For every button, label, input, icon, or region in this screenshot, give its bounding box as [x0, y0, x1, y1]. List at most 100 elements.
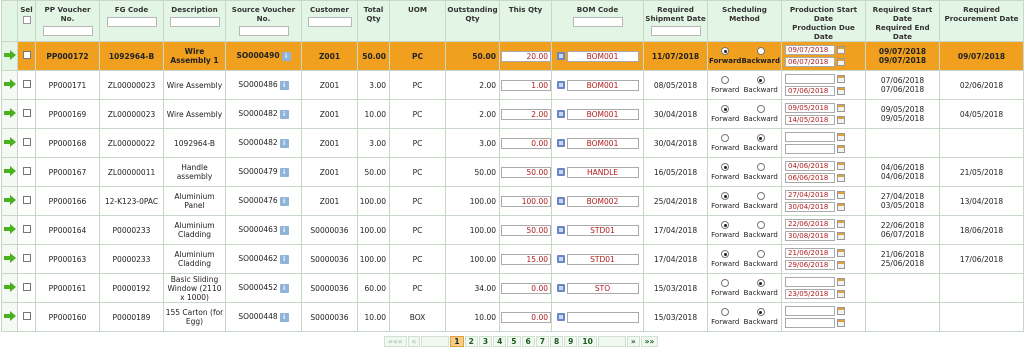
table-row[interactable]: PP000168 ZL00000022 1092964-B SO000482 i Z001… — [1, 128, 1024, 158]
required-shipment-filter-input[interactable] — [650, 26, 701, 36]
forward-radio[interactable] — [721, 76, 730, 84]
bom-lookup-icon[interactable] — [556, 313, 565, 321]
this-qty-input[interactable]: 0.00 — [501, 311, 551, 323]
row-checkbox[interactable] — [22, 254, 31, 262]
calendar-icon[interactable] — [837, 145, 845, 153]
production-start-date-input[interactable]: 21/06/2018 — [785, 248, 835, 258]
bom-code-input[interactable] — [566, 311, 639, 323]
calendar-icon[interactable] — [837, 162, 845, 170]
bom-lookup-icon[interactable] — [556, 81, 565, 89]
calendar-icon[interactable] — [837, 203, 845, 211]
production-start-date-input[interactable]: 22/06/2018 — [785, 219, 835, 229]
info-icon[interactable]: i — [279, 80, 289, 90]
bom-code-input[interactable]: STD01 — [566, 253, 639, 265]
row-select-cell[interactable] — [17, 186, 36, 216]
row-select-cell[interactable] — [17, 70, 36, 100]
production-due-date-input[interactable]: 07/06/2018 — [785, 86, 835, 96]
bom-code-input[interactable]: STO — [566, 282, 639, 294]
row-select-cell[interactable] — [17, 215, 36, 245]
info-icon[interactable]: i — [279, 167, 289, 177]
calendar-icon[interactable] — [837, 261, 845, 269]
production-due-date-input[interactable]: 06/06/2018 — [785, 173, 835, 183]
this-qty-input[interactable]: 0.00 — [501, 137, 551, 149]
backward-radio[interactable] — [756, 250, 765, 258]
this-qty-input[interactable]: 20.00 — [501, 50, 551, 62]
production-due-date-input[interactable] — [785, 318, 835, 328]
bom-lookup-icon[interactable] — [556, 52, 565, 60]
table-row[interactable]: PP000166 12-K123-0PAC Aluminium Panel SO000… — [1, 186, 1024, 216]
production-start-date-input[interactable] — [785, 306, 835, 316]
table-row[interactable]: PP000161 P0000192 Basic Sliding Window (21… — [1, 273, 1024, 303]
this-qty-input[interactable]: 100.00 — [501, 195, 551, 207]
calendar-icon[interactable] — [837, 46, 845, 54]
calendar-icon[interactable] — [837, 220, 845, 228]
row-arrow-cell[interactable] — [1, 215, 18, 245]
bom-lookup-icon[interactable] — [556, 168, 565, 176]
this-qty-input[interactable]: 50.00 — [501, 166, 551, 178]
row-select-cell[interactable] — [17, 302, 36, 332]
production-due-date-input[interactable]: 23/05/2018 — [785, 289, 835, 299]
forward-radio[interactable] — [721, 308, 730, 316]
forward-radio[interactable] — [721, 192, 730, 200]
info-icon[interactable]: i — [279, 138, 289, 148]
fg-code-filter-input[interactable] — [106, 17, 157, 27]
production-start-date-input[interactable]: 09/05/2018 — [785, 103, 835, 113]
calendar-icon[interactable] — [837, 307, 845, 315]
arrow-right-icon[interactable] — [3, 108, 16, 118]
production-due-date-input[interactable]: 30/08/2018 — [785, 231, 835, 241]
calendar-icon[interactable] — [837, 58, 845, 66]
production-due-date-input[interactable]: 06/07/2018 — [785, 57, 835, 67]
info-icon[interactable]: i — [281, 51, 291, 61]
bom-lookup-icon[interactable] — [556, 226, 565, 234]
pager-page-5[interactable]: 5 — [507, 335, 521, 347]
row-select-cell[interactable] — [17, 128, 36, 158]
calendar-icon[interactable] — [837, 191, 845, 199]
pager-page-3[interactable]: 3 — [478, 335, 493, 347]
info-icon[interactable]: i — [279, 254, 289, 264]
row-checkbox[interactable] — [22, 138, 31, 146]
bom-lookup-icon[interactable] — [556, 110, 565, 118]
this-qty-input[interactable]: 1.00 — [501, 79, 551, 91]
calendar-icon[interactable] — [837, 249, 845, 257]
pager-last[interactable]: »» — [640, 335, 659, 347]
forward-radio[interactable] — [721, 163, 730, 171]
production-due-date-input[interactable]: 29/06/2018 — [785, 260, 835, 270]
backward-radio[interactable] — [756, 221, 765, 229]
backward-radio[interactable] — [756, 47, 765, 55]
info-icon[interactable]: i — [279, 312, 289, 322]
table-row[interactable]: PP000160 P0000189 155 Carton (for Egg) SO00… — [1, 302, 1024, 332]
backward-radio[interactable] — [756, 308, 765, 316]
table-row[interactable]: PP000172 1092964-B Wire Assembly 1 SO000490… — [1, 41, 1024, 71]
backward-radio[interactable] — [756, 163, 765, 171]
production-due-date-input[interactable] — [785, 144, 835, 154]
pager-page-4[interactable]: 4 — [493, 335, 507, 347]
row-checkbox[interactable] — [22, 225, 31, 233]
bom-lookup-icon[interactable] — [556, 284, 565, 292]
bom-code-input[interactable]: BOM001 — [566, 108, 639, 120]
production-start-date-input[interactable] — [785, 132, 835, 142]
row-select-cell[interactable] — [17, 273, 36, 303]
pager-prev[interactable]: « — [407, 335, 421, 347]
forward-radio[interactable] — [721, 105, 730, 113]
row-select-cell[interactable] — [17, 244, 36, 274]
pp-voucher-filter-input[interactable] — [42, 26, 93, 36]
forward-radio[interactable] — [721, 47, 730, 55]
pager-next[interactable]: » — [626, 335, 640, 347]
select-all-checkbox[interactable] — [22, 16, 31, 24]
row-checkbox[interactable] — [22, 167, 31, 175]
pager-page-1[interactable]: 1 — [450, 335, 464, 347]
info-icon[interactable]: i — [279, 225, 289, 235]
forward-radio[interactable] — [721, 221, 730, 229]
backward-radio[interactable] — [756, 105, 765, 113]
backward-radio[interactable] — [756, 192, 765, 200]
table-row[interactable]: PP000164 P0000233 Aluminium Cladding SO0004… — [1, 215, 1024, 245]
backward-radio[interactable] — [756, 279, 765, 287]
row-arrow-cell[interactable] — [1, 157, 18, 187]
arrow-right-icon[interactable] — [3, 50, 16, 60]
forward-radio[interactable] — [721, 250, 730, 258]
bom-code-input[interactable]: STD01 — [566, 224, 639, 236]
source-voucher-filter-input[interactable] — [238, 26, 289, 36]
forward-radio[interactable] — [721, 134, 730, 142]
row-checkbox[interactable] — [22, 51, 31, 59]
calendar-icon[interactable] — [837, 278, 845, 286]
